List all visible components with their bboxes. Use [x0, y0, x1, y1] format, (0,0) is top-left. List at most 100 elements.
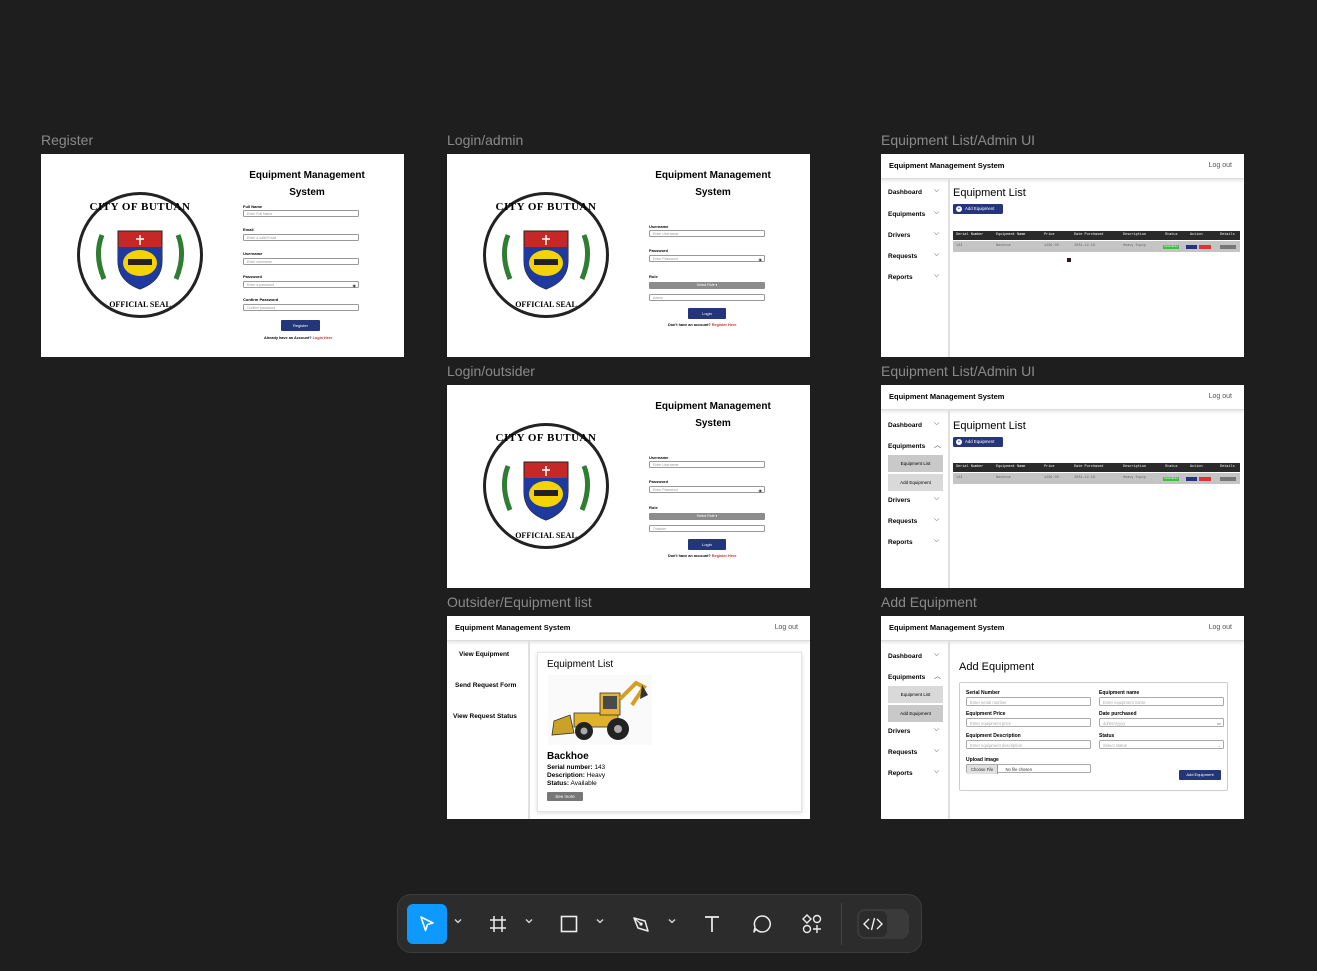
- select-role-dropdown[interactable]: Select Role ▾: [649, 513, 765, 520]
- chevron-up-icon[interactable]: ︿: [934, 440, 941, 450]
- nav-reports[interactable]: Reports: [888, 539, 913, 546]
- chevron-down-icon[interactable]: ⌵: [934, 537, 939, 545]
- chevron-down-icon[interactable]: ⌵: [934, 768, 939, 776]
- dev-mode-icon[interactable]: [859, 911, 887, 937]
- actions-icon[interactable]: [792, 904, 832, 944]
- logout-link[interactable]: Log out: [1209, 624, 1232, 631]
- equipment-name-input[interactable]: Enter equipment name: [1099, 697, 1224, 706]
- frame-label-login-admin[interactable]: Login/admin: [447, 132, 523, 148]
- serial-number-input[interactable]: Enter serial number: [966, 697, 1091, 706]
- role-input[interactable]: Admin: [649, 294, 765, 301]
- sub-add-equipment[interactable]: Add Equipment: [888, 474, 943, 491]
- move-icon[interactable]: [407, 904, 447, 944]
- chevron-down-icon[interactable]: ⌵: [934, 230, 939, 238]
- submit-add-equipment-button[interactable]: Add Equipment: [1179, 770, 1221, 780]
- username-input[interactable]: Enter Username: [649, 461, 765, 468]
- email-input[interactable]: Enter a valid Email: [243, 234, 359, 241]
- add-equipment-frame[interactable]: Equipment Management System Log out Dash…: [881, 616, 1244, 819]
- date-purchased-input[interactable]: dd/mm/yyyy ▭: [1099, 718, 1224, 727]
- equipment-admin-frame-2[interactable]: Equipment Management System Log out Dash…: [881, 385, 1244, 588]
- logout-link[interactable]: Log out: [1209, 393, 1232, 400]
- username-input[interactable]: Enter username: [243, 258, 359, 265]
- nav-equipments[interactable]: Equipments: [888, 211, 925, 218]
- chevron-down-icon[interactable]: ⌵: [934, 495, 939, 503]
- dev-mode-toggle[interactable]: [857, 909, 909, 939]
- delete-button[interactable]: [1199, 477, 1211, 481]
- confirm-password-input[interactable]: Confirm password: [243, 304, 359, 311]
- chevron-down-icon[interactable]: ⌵: [934, 251, 939, 259]
- see-more-button[interactable]: [1220, 477, 1236, 481]
- frame-label-add-equipment[interactable]: Add Equipment: [881, 594, 977, 610]
- nav-dashboard[interactable]: Dashboard: [888, 653, 922, 660]
- logout-link[interactable]: Log out: [1209, 162, 1232, 169]
- password-input[interactable]: Enter Password ◉: [649, 486, 765, 493]
- login-button[interactable]: Login: [688, 308, 726, 319]
- eye-slash-icon[interactable]: ◉: [759, 487, 763, 494]
- frame-label-equipment-admin-1[interactable]: Equipment List/Admin UI: [881, 132, 1035, 148]
- select-role-dropdown[interactable]: Select Role ▾: [649, 282, 765, 289]
- chevron-down-icon[interactable]: ⌵: [934, 272, 939, 280]
- choose-file-button[interactable]: Choose File: [967, 765, 999, 774]
- nav-drivers[interactable]: Drivers: [888, 497, 910, 504]
- register-here-link[interactable]: Register Here: [712, 554, 737, 558]
- nav-dashboard[interactable]: Dashboard: [888, 422, 922, 429]
- equipment-price-input[interactable]: Enter equipment price: [966, 718, 1091, 727]
- nav-send-request-form[interactable]: Send Request Form: [455, 682, 516, 689]
- pen-icon[interactable]: [621, 904, 661, 944]
- rectangle-icon[interactable]: [549, 904, 589, 944]
- edit-button[interactable]: [1186, 477, 1197, 481]
- table-row[interactable]: 143 Backhoe 1299.00 2024-12-18 Heavy Equ…: [953, 473, 1240, 484]
- login-outsider-frame[interactable]: CITY OF BUTUAN OFFICIAL SEAL Equipment M…: [447, 385, 810, 588]
- password-input[interactable]: Enter Password ◉: [649, 255, 765, 262]
- chevron-down-icon[interactable]: ⌵: [934, 420, 939, 428]
- delete-button[interactable]: [1199, 245, 1211, 249]
- status-select[interactable]: Select status ⌄: [1099, 740, 1224, 749]
- frame-label-equipment-admin-2[interactable]: Equipment List/Admin UI: [881, 363, 1035, 379]
- outsider-equipment-frame[interactable]: Equipment Management System Log out View…: [447, 616, 810, 819]
- table-row[interactable]: 143 Backhoe 1299.00 2024-12-18 Heavy Equ…: [953, 241, 1240, 252]
- chevron-up-icon[interactable]: ︿: [934, 671, 941, 681]
- nav-requests[interactable]: Requests: [888, 518, 917, 525]
- chevron-down-icon[interactable]: ⌵: [934, 516, 939, 524]
- register-button[interactable]: Register: [281, 320, 320, 331]
- chevron-down-icon[interactable]: ⌵: [934, 187, 939, 195]
- add-equipment-button[interactable]: + Add Equipment: [953, 204, 1003, 214]
- login-admin-frame[interactable]: CITY OF BUTUAN OFFICIAL SEAL Equipment M…: [447, 154, 810, 357]
- equipment-admin-frame-1[interactable]: Equipment Management System Log out Dash…: [881, 154, 1244, 357]
- nav-reports[interactable]: Reports: [888, 770, 913, 777]
- role-input[interactable]: Outsider: [649, 525, 765, 532]
- password-input[interactable]: Enter a password ◉: [243, 281, 359, 288]
- chevron-down-icon[interactable]: ⌵: [934, 651, 939, 659]
- eye-slash-icon[interactable]: ◉: [759, 256, 763, 263]
- frame-label-login-outsider[interactable]: Login/outsider: [447, 363, 535, 379]
- calendar-icon[interactable]: ▭: [1217, 719, 1221, 728]
- sub-equipment-list[interactable]: Equipment List: [888, 686, 943, 703]
- full-name-input[interactable]: Enter Full Name: [243, 210, 359, 217]
- see-more-button[interactable]: See more: [547, 792, 583, 801]
- login-here-link[interactable]: Login Here: [313, 336, 333, 340]
- register-frame[interactable]: CITY OF BUTUAN OFFICIAL SEAL Equipment M…: [41, 154, 404, 357]
- sub-add-equipment[interactable]: Add Equipment: [888, 705, 943, 722]
- username-input[interactable]: Enter Username: [649, 230, 765, 237]
- nav-equipments[interactable]: Equipments: [888, 674, 925, 681]
- nav-drivers[interactable]: Drivers: [888, 728, 910, 735]
- chevron-down-icon[interactable]: ⌵: [934, 726, 939, 734]
- nav-dashboard[interactable]: Dashboard: [888, 189, 922, 196]
- frame-caret-icon[interactable]: [525, 917, 533, 925]
- nav-view-equipment[interactable]: View Equipment: [459, 651, 509, 658]
- comment-icon[interactable]: [742, 904, 782, 944]
- login-button[interactable]: Login: [688, 539, 726, 550]
- frame-label-register[interactable]: Register: [41, 132, 93, 148]
- text-icon[interactable]: [692, 904, 732, 944]
- eye-slash-icon[interactable]: ◉: [353, 282, 357, 289]
- register-here-link[interactable]: Register Here: [712, 323, 737, 327]
- rectangle-caret-icon[interactable]: [596, 917, 604, 925]
- chevron-down-icon[interactable]: ⌵: [934, 747, 939, 755]
- frame-label-outsider-list[interactable]: Outsider/Equipment list: [447, 594, 592, 610]
- chevron-down-icon[interactable]: ⌵: [934, 209, 939, 217]
- nav-reports[interactable]: Reports: [888, 274, 913, 281]
- frame-icon[interactable]: [478, 904, 518, 944]
- nav-drivers[interactable]: Drivers: [888, 232, 910, 239]
- nav-equipments[interactable]: Equipments: [888, 443, 925, 450]
- upload-image-input[interactable]: Choose File No file chosen: [966, 764, 1091, 774]
